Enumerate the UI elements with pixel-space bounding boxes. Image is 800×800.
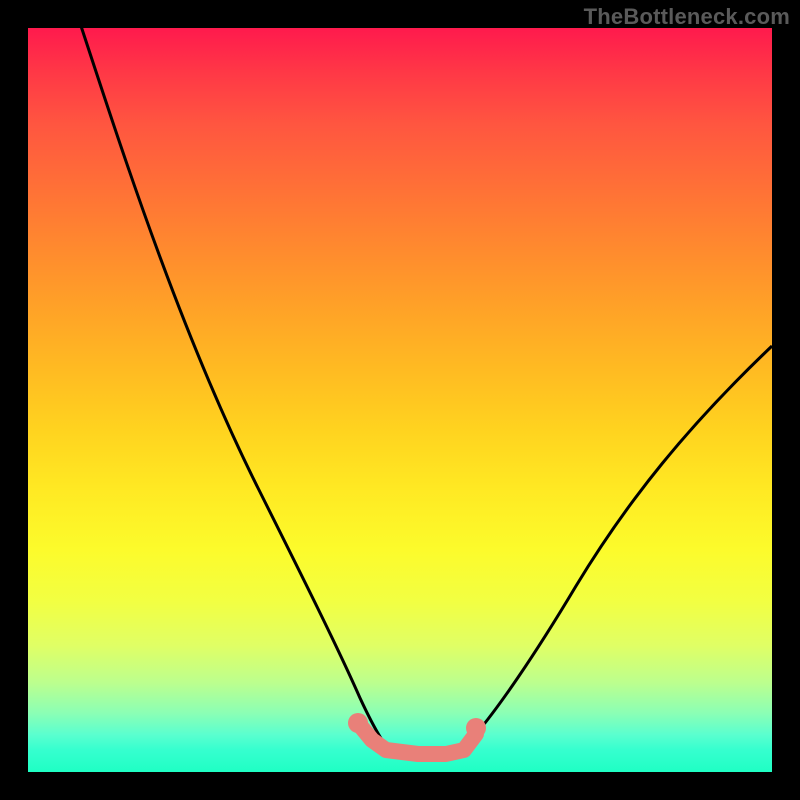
dot-left [348, 713, 368, 733]
chart-frame: TheBottleneck.com [0, 0, 800, 800]
right-curve [476, 346, 772, 734]
left-curve [80, 23, 388, 748]
watermark-label: TheBottleneck.com [584, 4, 790, 30]
dot-right [466, 718, 486, 738]
plot-area [28, 28, 772, 772]
chart-svg [28, 28, 772, 772]
